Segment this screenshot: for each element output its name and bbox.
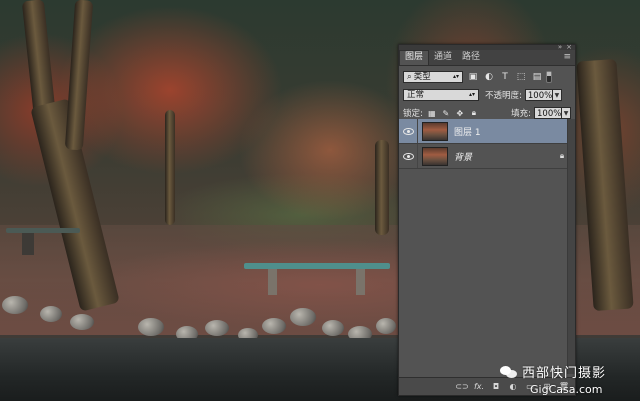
- lock-image-pixels-icon[interactable]: ✎: [441, 108, 451, 118]
- rock: [290, 308, 316, 326]
- tab-channels[interactable]: 通道: [429, 51, 457, 65]
- bench-leg: [22, 233, 34, 255]
- search-icon: ⌕: [407, 72, 412, 82]
- filter-kind-label: 类型: [413, 72, 431, 82]
- filter-kind-select[interactable]: ⌕ 类型 ▴▾: [403, 71, 463, 83]
- mask-icon[interactable]: ◘: [489, 381, 503, 393]
- rock: [138, 318, 164, 336]
- chevron-down-icon: ▴▾: [468, 91, 475, 98]
- fx-icon[interactable]: fx.: [472, 381, 486, 393]
- chevron-down-icon: ▴▾: [452, 73, 459, 80]
- lock-transparent-pixels-icon[interactable]: ▦: [427, 108, 437, 118]
- blend-row: 正常 ▴▾ 不透明度: 100% ▼: [399, 86, 575, 104]
- rock: [2, 296, 28, 314]
- lock-position-icon[interactable]: ✥: [455, 108, 465, 118]
- visibility-eye-icon[interactable]: [399, 144, 418, 168]
- layer-name[interactable]: 图层 1: [454, 125, 575, 138]
- pixel-filter-icon[interactable]: ▣: [467, 71, 479, 83]
- adjustment-icon[interactable]: ◐: [506, 381, 520, 393]
- tab-layers[interactable]: 图层: [399, 50, 430, 65]
- watermark-brand: 西部快门摄影: [522, 366, 607, 381]
- fill-label: 填充:: [511, 109, 531, 119]
- watermark: 西部快门摄影: [500, 362, 606, 381]
- smart-object-filter-icon[interactable]: ▤: [531, 71, 543, 83]
- watermark-url: GigCasa.com: [530, 383, 603, 396]
- layer-thumbnail: [422, 121, 448, 141]
- rock: [205, 320, 229, 336]
- opacity-label: 不透明度:: [485, 91, 522, 101]
- link-icon[interactable]: ⊂⊃: [455, 381, 469, 393]
- tree-trunk: [165, 110, 175, 225]
- tab-paths[interactable]: 路径: [457, 51, 485, 65]
- layers-panel: » × 图层 通道 路径 ≡ ⌕ 类型 ▴▾ ▣ ◐ T ⬚ ▤ 正常 ▴▾ 不…: [398, 44, 576, 396]
- layer-filter-row: ⌕ 类型 ▴▾ ▣ ◐ T ⬚ ▤: [399, 68, 575, 86]
- opacity-dropdown-icon[interactable]: ▼: [552, 89, 562, 101]
- wechat-logo-icon: [500, 365, 518, 379]
- blend-mode-label: 正常: [407, 90, 425, 100]
- filter-toggle[interactable]: [546, 71, 552, 83]
- panel-tabs: 图层 通道 路径 ≡: [399, 50, 575, 66]
- rock: [70, 314, 94, 330]
- bench-seat: [6, 228, 80, 233]
- lock-label: 锁定:: [403, 109, 423, 119]
- layer-row-background[interactable]: 背景 🔒︎: [399, 144, 575, 169]
- bench-leg: [268, 269, 277, 295]
- layers-scrollbar[interactable]: [567, 119, 575, 374]
- type-filter-icon[interactable]: T: [499, 71, 511, 83]
- layers-list: 图层 1 背景 🔒︎: [399, 119, 575, 374]
- bench-leg: [356, 269, 365, 295]
- lock-all-icon[interactable]: 🔒︎: [469, 108, 479, 118]
- rock: [322, 320, 344, 336]
- tree-trunk: [64, 0, 94, 151]
- visibility-eye-icon[interactable]: [399, 119, 418, 143]
- bench-seat: [244, 263, 390, 269]
- tree-trunk: [375, 140, 389, 235]
- fill-dropdown-icon[interactable]: ▼: [562, 107, 571, 119]
- fill-input[interactable]: 100%: [534, 107, 562, 119]
- layer-thumbnail: [422, 146, 448, 166]
- opacity-input[interactable]: 100%: [524, 89, 553, 101]
- rock: [376, 318, 396, 334]
- adjustment-filter-icon[interactable]: ◐: [483, 71, 495, 83]
- layer-row-layer1[interactable]: 图层 1: [399, 119, 575, 144]
- rock: [40, 306, 62, 322]
- lock-icon: 🔒︎: [559, 151, 565, 160]
- rock: [262, 318, 286, 334]
- layer-name[interactable]: 背景: [454, 150, 557, 163]
- shape-filter-icon[interactable]: ⬚: [515, 71, 527, 83]
- panel-menu-icon[interactable]: ≡: [563, 52, 571, 62]
- blend-mode-select[interactable]: 正常 ▴▾: [403, 89, 479, 101]
